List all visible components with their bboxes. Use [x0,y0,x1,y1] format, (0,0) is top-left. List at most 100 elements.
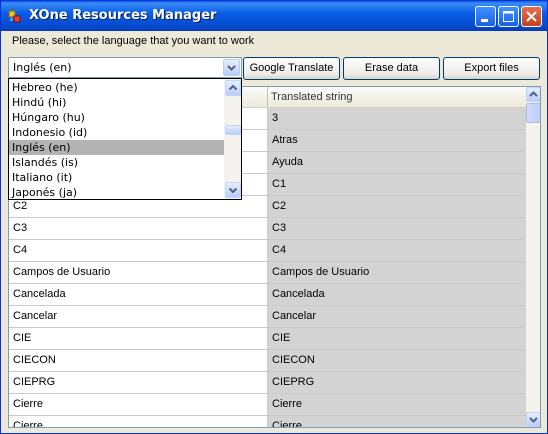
maximize-button[interactable] [498,6,519,27]
translated-cell-text: CIECON [272,354,315,366]
maximize-icon [503,11,514,22]
key-cell-text: CIECON [13,354,56,366]
translated-cell[interactable]: Cancelada [268,284,526,305]
chevron-up-icon [228,84,238,91]
table-row[interactable]: CIEPRG CIEPRG [9,372,526,394]
translated-cell[interactable]: 3 [268,108,526,129]
dropdown-scroll-up-button[interactable] [225,80,241,96]
key-cell[interactable]: Cierre [9,416,268,428]
dropdown-scroll-down-button[interactable] [225,182,241,198]
key-cell-text: Cancelada [13,288,66,300]
key-cell-text: C3 [13,222,28,234]
title-bar[interactable]: XOne Resources Manager [1,1,547,31]
key-cell-text: Cierre [13,420,43,428]
translated-cell[interactable]: Cierre [268,394,526,415]
close-button[interactable] [521,6,542,27]
table-row[interactable]: CIE CIE [9,328,526,350]
dropdown-scrollbar[interactable] [224,79,241,199]
language-prompt-label: Please, select the language that you wan… [12,35,255,47]
translated-cell[interactable]: Ayuda [268,152,526,173]
dropdown-scroll-thumb[interactable] [225,125,241,135]
language-option[interactable]: Hindú (hi) [9,95,224,110]
scroll-thumb[interactable] [526,103,540,123]
chevron-down-icon [228,187,238,194]
vertical-scrollbar[interactable] [526,87,540,427]
table-row[interactable]: Cierre Cierre [9,394,526,416]
language-option[interactable]: Italiano (it) [9,170,224,185]
language-option[interactable]: Hebreo (he) [9,80,224,95]
table-row[interactable]: Campos de Usuario Campos de Usuario [9,262,526,284]
translated-cell[interactable]: C3 [268,218,526,239]
translated-cell-text: Cancelada [272,288,325,300]
export-files-button[interactable]: Export files [443,57,540,80]
table-row[interactable]: Cancelada Cancelada [9,284,526,306]
translated-cell-text: C4 [272,244,287,256]
language-dropdown-list[interactable]: Hebreo (he) Hindú (hi) Húngaro (hu) Indones… [8,78,242,200]
key-cell[interactable]: CIECON [9,350,268,371]
key-cell[interactable]: Cancelada [9,284,268,305]
key-cell-text: C2 [13,200,28,212]
language-option[interactable]: Húngaro (hu) [9,110,224,125]
table-row[interactable]: Cancelar Cancelar [9,306,526,328]
translated-cell-text: Cierre [272,398,302,410]
key-cell[interactable]: Campos de Usuario [9,262,268,283]
key-cell-text: Campos de Usuario [13,266,111,278]
translated-cell[interactable]: Atras [268,130,526,151]
table-row[interactable]: C4 C4 [9,240,526,262]
table-row[interactable]: CIECON CIECON [9,350,526,372]
translated-cell-text: C1 [272,178,287,190]
language-option[interactable]: Islandés (is) [9,155,224,170]
key-cell[interactable]: Cierre [9,394,268,415]
translated-cell[interactable]: Cancelar [268,306,526,327]
scroll-up-button[interactable] [526,87,540,102]
translated-cell-text: Atras [272,134,298,146]
language-select[interactable]: Inglés (en) [8,57,242,78]
key-cell[interactable]: C3 [9,218,268,239]
column-header-translated[interactable]: Translated string [271,91,353,103]
translated-cell[interactable]: C4 [268,240,526,261]
translated-cell-text: 3 [272,112,279,124]
window-title: XOne Resources Manager [29,8,217,23]
translated-cell[interactable]: C2 [268,196,526,217]
key-cell[interactable]: CIE [9,328,268,349]
key-cell[interactable]: CIEPRG [9,372,268,393]
key-cell-text: Cancelar [13,310,58,322]
key-cell[interactable]: Cancelar [9,306,268,327]
translated-cell[interactable]: C1 [268,174,526,195]
close-icon [526,11,537,22]
table-row[interactable]: C3 C3 [9,218,526,240]
minimize-button[interactable] [475,6,496,27]
translated-cell[interactable]: CIE [268,328,526,349]
translated-cell-text: C2 [272,200,287,212]
translated-cell[interactable]: CIECON [268,350,526,371]
google-translate-button[interactable]: Google Translate [243,57,340,80]
scroll-down-button[interactable] [526,412,540,427]
language-option[interactable]: Inglés (en) [9,140,224,155]
translated-cell-text: Ayuda [272,156,303,168]
chevron-down-icon [529,417,538,423]
language-select-dropdown-button[interactable] [223,59,240,76]
translated-cell-text: Cancelar [272,310,317,322]
translated-cell-text: CIE [272,332,291,344]
table-row[interactable]: Cierre Cierre [9,416,526,428]
translated-cell-text: Campos de Usuario [272,266,370,278]
translated-cell[interactable]: CIEPRG [268,372,526,393]
app-window: XOne Resources Manager Please, select th… [0,0,548,434]
translated-cell[interactable]: Campos de Usuario [268,262,526,283]
language-select-value: Inglés (en) [13,61,72,74]
erase-data-button[interactable]: Erase data [343,57,440,80]
chevron-down-icon [227,65,236,71]
key-cell-text: CIE [13,332,32,344]
key-cell-text: Cierre [13,398,43,410]
minimize-icon [481,19,488,22]
app-icon [8,10,21,23]
language-option[interactable]: Japonés (ja) [9,185,224,199]
key-cell-text: CIEPRG [13,376,56,388]
translated-cell-text: Cierre [272,420,302,428]
chevron-up-icon [529,91,538,97]
key-cell-text: C4 [13,244,28,256]
translated-cell[interactable]: Cierre [268,416,526,428]
key-cell[interactable]: C4 [9,240,268,261]
translated-cell-text: CIEPRG [272,376,315,388]
language-option[interactable]: Indonesio (id) [9,125,224,140]
